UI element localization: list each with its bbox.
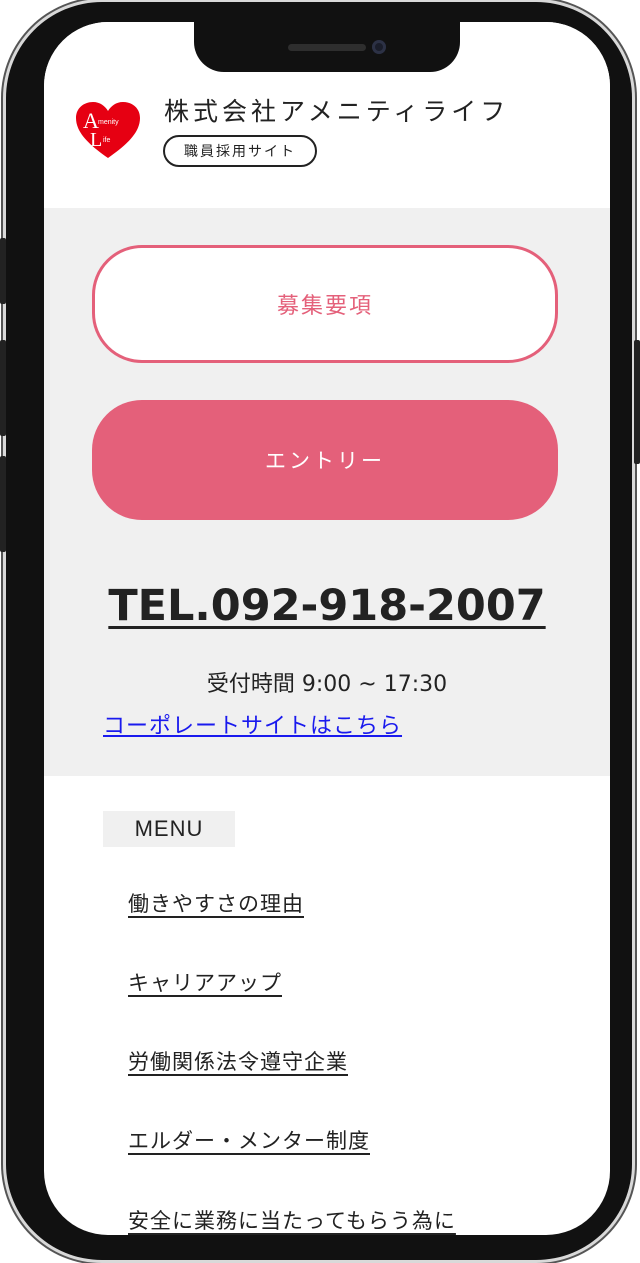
recruit-site-badge: 職員採用サイト [163, 135, 317, 167]
requirements-button[interactable]: 募集要項 [92, 245, 558, 363]
svg-text:ife: ife [103, 137, 111, 144]
side-button-volume-down [0, 456, 6, 552]
menu-heading: MENU [103, 811, 235, 847]
svg-text:menity: menity [98, 119, 119, 126]
speaker-grill [288, 44, 366, 51]
menu-item-labor-law[interactable]: 労働関係法令遵守企業 [128, 1046, 348, 1076]
menu-item-work-reasons[interactable]: 働きやすさの理由 [128, 888, 304, 918]
menu-item-career-up[interactable]: キャリアアップ [128, 967, 282, 997]
side-button-mute [0, 238, 6, 304]
action-panel: 募集要項 エントリー TEL.092-918-2007 受付時間 9:00 ~ … [44, 208, 610, 776]
side-button-volume-up [0, 340, 6, 436]
phone-frame: A menity L ife 株式会社アメニティライフ 職員採用サイト 募集要項… [6, 2, 632, 1260]
entry-button[interactable]: エントリー [92, 400, 558, 520]
menu-item-safety[interactable]: 安全に業務に当たってもらう為に [128, 1205, 456, 1235]
company-logo-icon[interactable]: A menity L ife [76, 102, 140, 160]
front-camera-icon [372, 40, 386, 54]
phone-number-text[interactable]: TEL.092-918-2007 [108, 581, 545, 631]
company-name: 株式会社アメニティライフ [164, 97, 510, 126]
side-button-power [634, 340, 640, 464]
menu-item-mentor-system[interactable]: エルダー・メンター制度 [128, 1125, 370, 1155]
phone-number-link[interactable]: TEL.092-918-2007 [44, 581, 610, 631]
svg-text:L: L [90, 129, 102, 151]
phone-screen: A menity L ife 株式会社アメニティライフ 職員採用サイト 募集要項… [44, 22, 610, 1235]
corporate-site-link[interactable]: コーポレートサイトはこちら [103, 708, 402, 740]
business-hours: 受付時間 9:00 ~ 17:30 [206, 672, 448, 697]
